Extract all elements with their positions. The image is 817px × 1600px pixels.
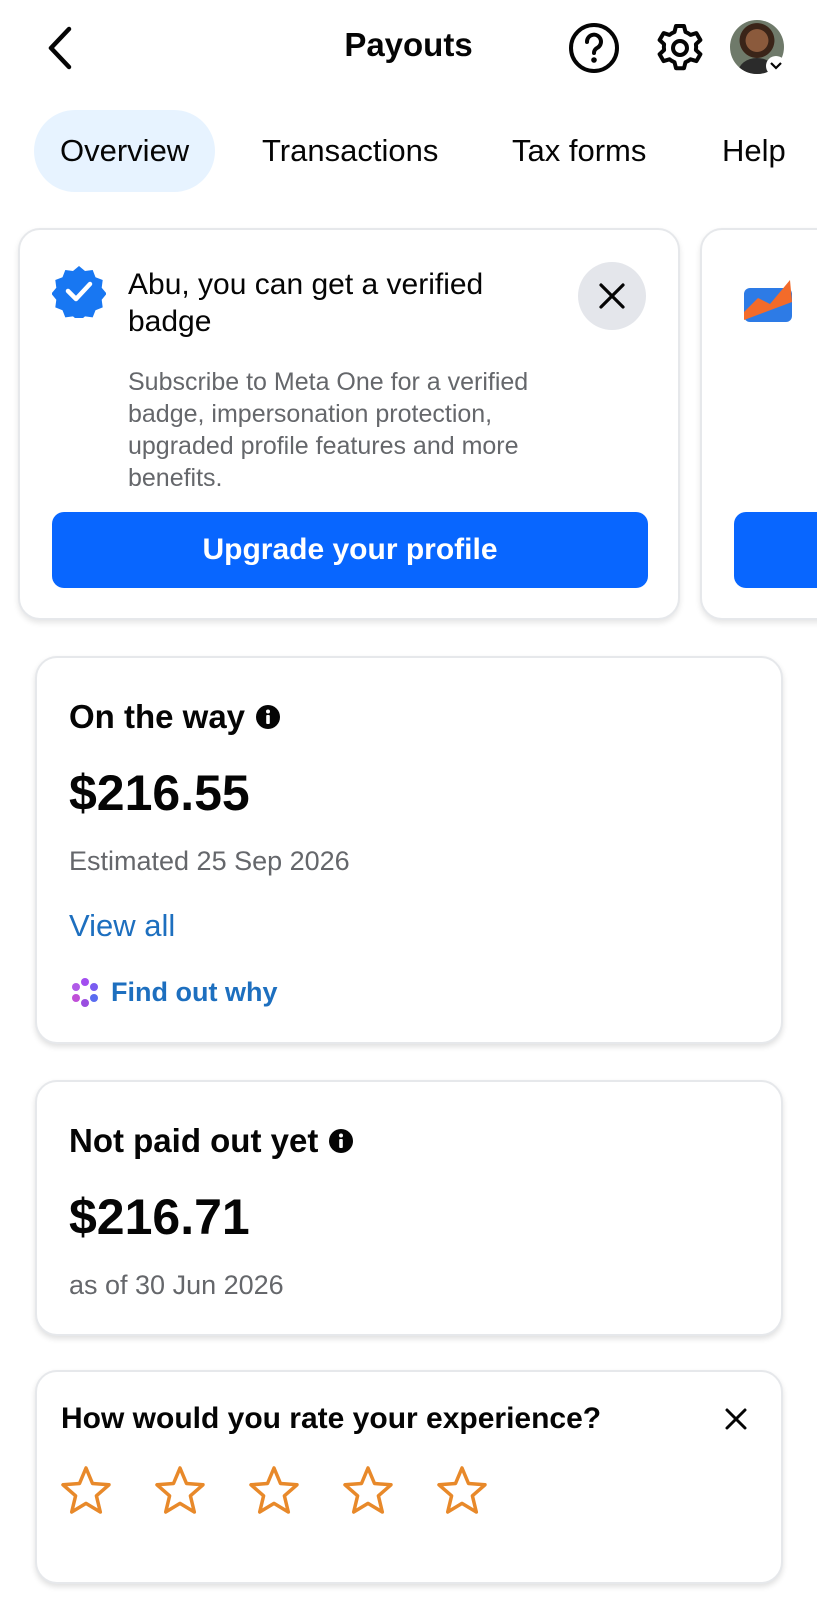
top-bar: Payouts bbox=[0, 0, 817, 96]
info-icon[interactable] bbox=[328, 1128, 354, 1154]
not-paid-out-card: Not paid out yet $216.71 as of 30 Jun 20… bbox=[35, 1080, 783, 1336]
payouts-screen: Payouts Overview Transactions Tax forms … bbox=[0, 0, 817, 1600]
chevron-down-icon[interactable] bbox=[766, 56, 786, 76]
star-icon[interactable] bbox=[341, 1464, 395, 1518]
next-promo-button[interactable] bbox=[734, 512, 817, 588]
tab-overview[interactable]: Overview bbox=[34, 110, 216, 192]
not-paid-amount: $216.71 bbox=[69, 1189, 250, 1245]
chart-growth-icon bbox=[744, 280, 792, 322]
dismiss-promo-button[interactable] bbox=[578, 262, 646, 330]
find-out-why-label: Find out why bbox=[111, 976, 278, 1007]
find-out-why-link[interactable]: Find out why bbox=[69, 976, 277, 1008]
star-rating bbox=[59, 1464, 489, 1518]
next-promo-card[interactable] bbox=[700, 228, 817, 620]
upgrade-profile-button[interactable]: Upgrade your profile bbox=[52, 512, 648, 588]
gear-icon bbox=[657, 24, 703, 71]
ai-sparkle-icon bbox=[72, 978, 98, 1007]
tab-transactions[interactable]: Transactions bbox=[236, 110, 464, 192]
verified-badge-icon bbox=[52, 266, 106, 318]
on-the-way-amount: $216.55 bbox=[69, 765, 250, 821]
not-paid-heading: Not paid out yet bbox=[69, 1122, 354, 1160]
info-icon[interactable] bbox=[255, 704, 281, 730]
verified-badge-promo-card: Abu, you can get a verified badge Subscr… bbox=[18, 228, 680, 620]
dismiss-rating-button[interactable] bbox=[719, 1402, 753, 1436]
close-icon bbox=[725, 1408, 747, 1430]
close-icon bbox=[599, 283, 625, 309]
star-icon[interactable] bbox=[247, 1464, 301, 1518]
on-the-way-label: On the way bbox=[69, 698, 246, 735]
star-icon[interactable] bbox=[153, 1464, 207, 1518]
tab-tax-forms[interactable]: Tax forms bbox=[486, 110, 672, 192]
rating-question: How would you rate your experience? bbox=[61, 1402, 602, 1435]
help-button[interactable] bbox=[568, 22, 620, 74]
on-the-way-heading: On the way bbox=[69, 698, 281, 736]
star-icon[interactable] bbox=[435, 1464, 489, 1518]
tab-help[interactable]: Help bbox=[696, 110, 812, 192]
help-icon bbox=[569, 23, 619, 73]
on-the-way-card: On the way $216.55 Estimated 25 Sep 2026… bbox=[35, 656, 783, 1044]
estimated-date: Estimated 25 Sep 2026 bbox=[69, 846, 350, 876]
star-icon[interactable] bbox=[59, 1464, 113, 1518]
rating-card: How would you rate your experience? bbox=[35, 1370, 783, 1584]
as-of-date: as of 30 Jun 2026 bbox=[69, 1270, 284, 1300]
view-all-link[interactable]: View all bbox=[69, 908, 175, 944]
promo-description: Subscribe to Meta One for a verified bad… bbox=[128, 368, 529, 492]
not-paid-label: Not paid out yet bbox=[69, 1122, 319, 1159]
settings-button[interactable] bbox=[654, 22, 706, 74]
tab-bar: Overview Transactions Tax forms Help bbox=[34, 110, 817, 192]
promo-title: Abu, you can get a verified badge bbox=[128, 268, 484, 338]
